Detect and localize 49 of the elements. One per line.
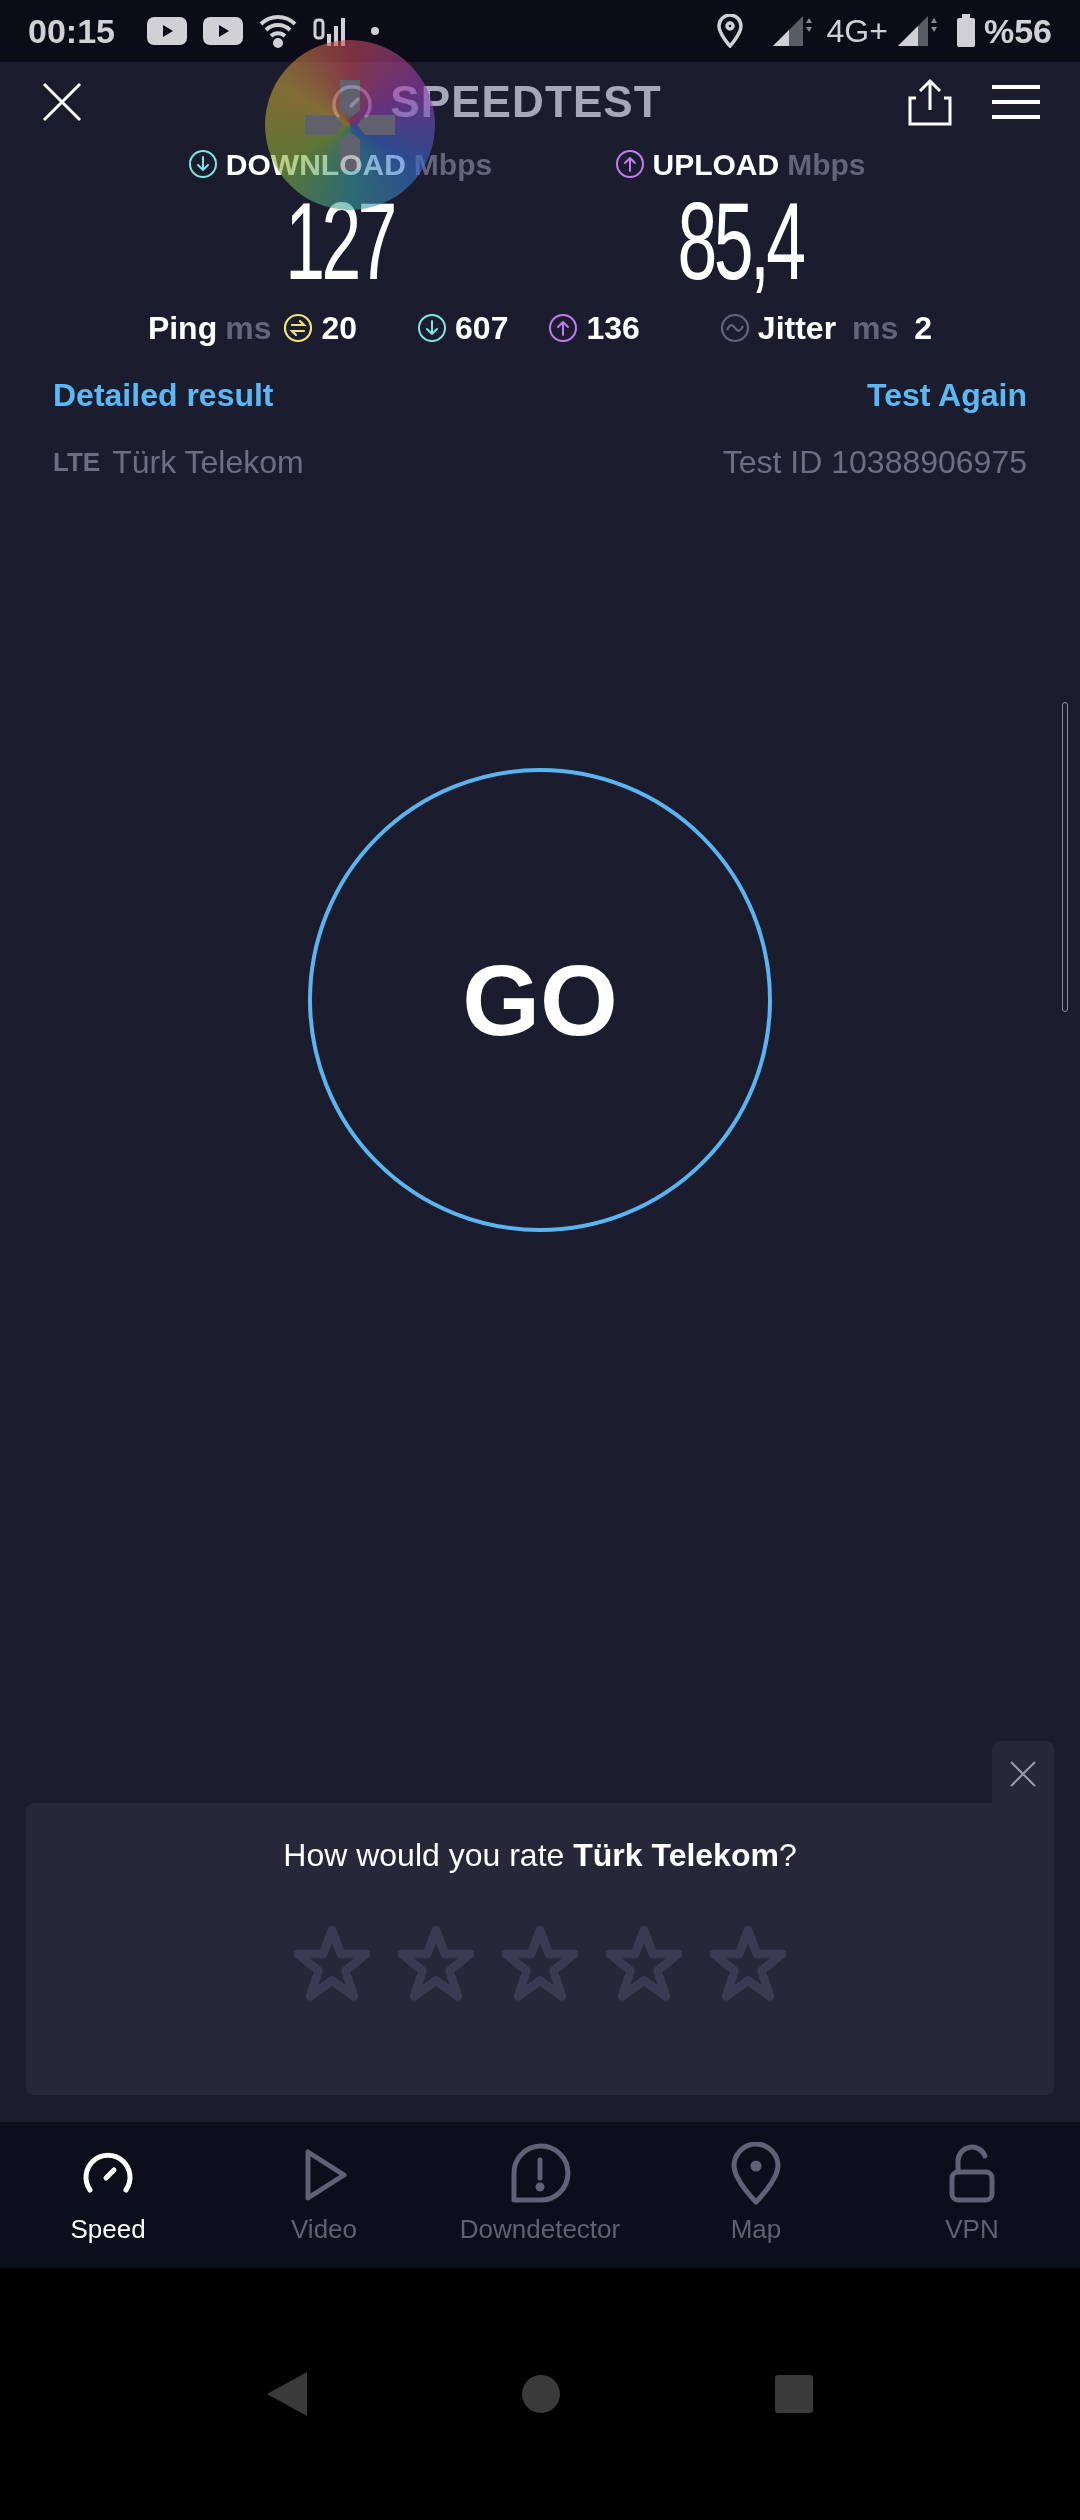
download-icon [187,149,218,179]
recents-icon[interactable] [774,2375,813,2413]
wifi-icon [258,14,297,48]
test-again-link[interactable]: Test Again [867,371,1027,419]
test-id: Test ID 10388906975 [722,443,1027,482]
battery-icon [955,14,976,48]
ping-label: Ping [147,309,218,348]
speed-label: DOWNLOAD [225,146,406,183]
network-type: 4G+ [826,12,888,51]
video-app-icon [202,17,243,45]
signal-icon [312,16,347,46]
jitter-unit: ms [852,309,899,348]
jitter-value: 2 [914,309,933,348]
rating-question: How would you rate Türk Telekom? [283,1836,797,1875]
video-app-icon [146,17,187,45]
home-icon[interactable] [522,2375,560,2413]
star-icon[interactable] [395,1925,477,2003]
star-icon[interactable] [291,1925,373,2003]
ping-value: 20 [321,309,358,348]
close-icon [1010,1761,1036,1787]
star-icon[interactable] [603,1925,685,2003]
upload-ping-value: 136 [586,309,640,348]
jitter-icon [719,313,750,343]
upload-ping-icon [548,313,579,343]
ping-unit: ms [225,309,272,348]
share-icon[interactable] [908,78,952,126]
star-icon[interactable] [707,1925,789,2003]
location-icon [716,14,743,48]
speed-value: 127 [285,186,395,296]
speed-label: UPLOAD [652,146,780,183]
battery-level: %56 [983,10,1052,52]
menu-icon[interactable] [992,84,1040,120]
close-icon[interactable] [40,80,84,124]
jitter-label: Jitter [757,309,837,348]
network-type-label: LTE [53,445,101,479]
speed-unit: Mbps [787,146,866,183]
upload-icon [614,149,645,179]
close-button[interactable] [992,1741,1054,1807]
nav-tab[interactable]: Speed [0,2122,216,2268]
provider-name: Türk Telekom [112,443,304,482]
go-button[interactable]: GO [308,768,772,1232]
detailed-result-link[interactable]: Detailed result [53,371,274,419]
back-icon[interactable] [267,2372,308,2416]
speed-value: 85,4 [677,186,803,296]
download-ping-icon [417,313,448,343]
star-icon[interactable] [499,1925,581,2003]
ping-icon [283,313,314,343]
download-ping-value: 607 [455,309,509,348]
clock: 00:15 [28,10,115,52]
